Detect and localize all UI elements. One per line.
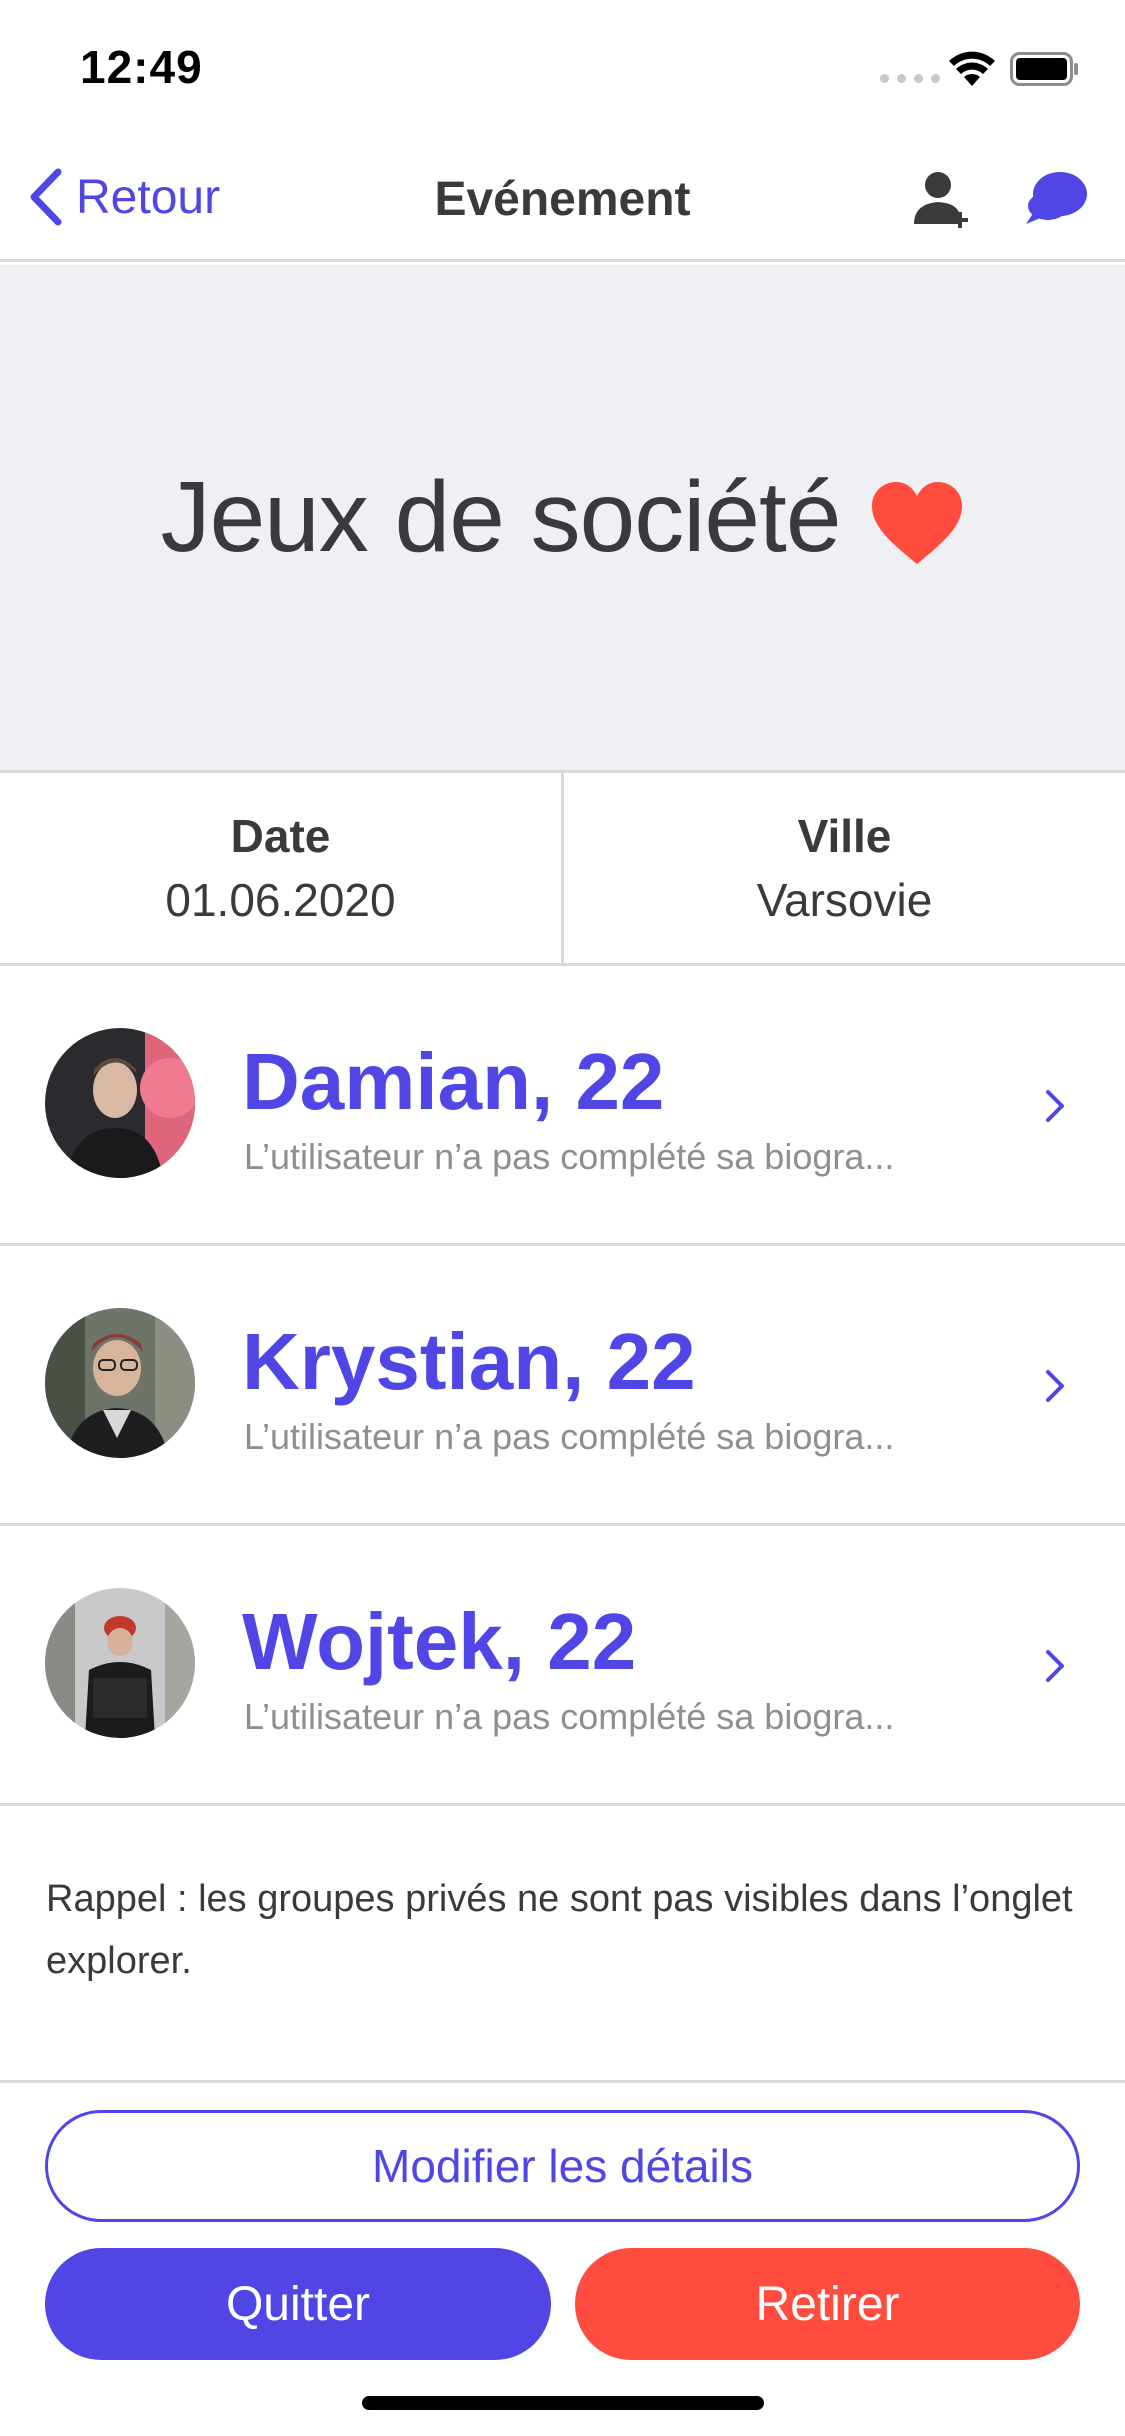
home-indicator <box>362 2396 764 2410</box>
event-info-row: Date 01.06.2020 Ville Varsovie <box>0 770 1125 966</box>
member-list: Damian, 22 L’utilisateur n’a pas complét… <box>0 966 1125 1806</box>
chevron-right-icon <box>1046 1650 1064 1682</box>
status-time: 12:49 <box>80 41 203 93</box>
avatar <box>45 1308 195 1458</box>
cellular-signal-icon <box>880 74 940 83</box>
member-name: Damian, 22 <box>242 1037 665 1126</box>
member-bio: L’utilisateur n’a pas complété sa biogra… <box>244 1416 895 1457</box>
member-row-damian[interactable]: Damian, 22 L’utilisateur n’a pas complét… <box>0 966 1125 1246</box>
member-bio: L’utilisateur n’a pas complété sa biogra… <box>244 1136 895 1177</box>
event-header: Jeux de société <box>0 265 1125 770</box>
avatar <box>45 1028 195 1178</box>
divider <box>0 2080 1125 2083</box>
chat-icon[interactable] <box>1022 168 1088 230</box>
date-value: 01.06.2020 <box>165 874 396 926</box>
battery-icon <box>1010 52 1078 86</box>
wifi-icon <box>949 51 995 86</box>
leave-button[interactable]: Quitter <box>45 2248 551 2360</box>
status-bar: 12:49 <box>0 0 1125 132</box>
avatar <box>45 1588 195 1738</box>
member-name: Wojtek, 22 <box>242 1597 637 1686</box>
heart-icon <box>872 481 963 564</box>
navigation-bar: Retour Evénement <box>0 132 1125 262</box>
city-cell: Ville Varsovie <box>561 773 1125 963</box>
edit-details-button[interactable]: Modifier les détails <box>45 2110 1080 2222</box>
remove-button[interactable]: Retirer <box>575 2248 1080 2360</box>
member-bio: L’utilisateur n’a pas complété sa biogra… <box>244 1696 895 1737</box>
chevron-right-icon <box>1046 1370 1064 1402</box>
add-user-icon[interactable] <box>912 168 974 230</box>
privacy-note: Rappel : les groupes privés ne sont pas … <box>46 1878 1073 1982</box>
chevron-right-icon <box>1046 1090 1064 1122</box>
member-row-krystian[interactable]: Krystian, 22 L’utilisateur n’a pas compl… <box>0 1246 1125 1526</box>
date-label: Date <box>230 810 331 862</box>
member-name: Krystian, 22 <box>242 1317 696 1406</box>
date-cell: Date 01.06.2020 <box>0 773 561 963</box>
member-row-wojtek[interactable]: Wojtek, 22 L’utilisateur n’a pas complét… <box>0 1526 1125 1806</box>
city-value: Varsovie <box>756 874 933 926</box>
city-label: Ville <box>797 810 892 862</box>
event-title: Jeux de société <box>160 461 842 573</box>
